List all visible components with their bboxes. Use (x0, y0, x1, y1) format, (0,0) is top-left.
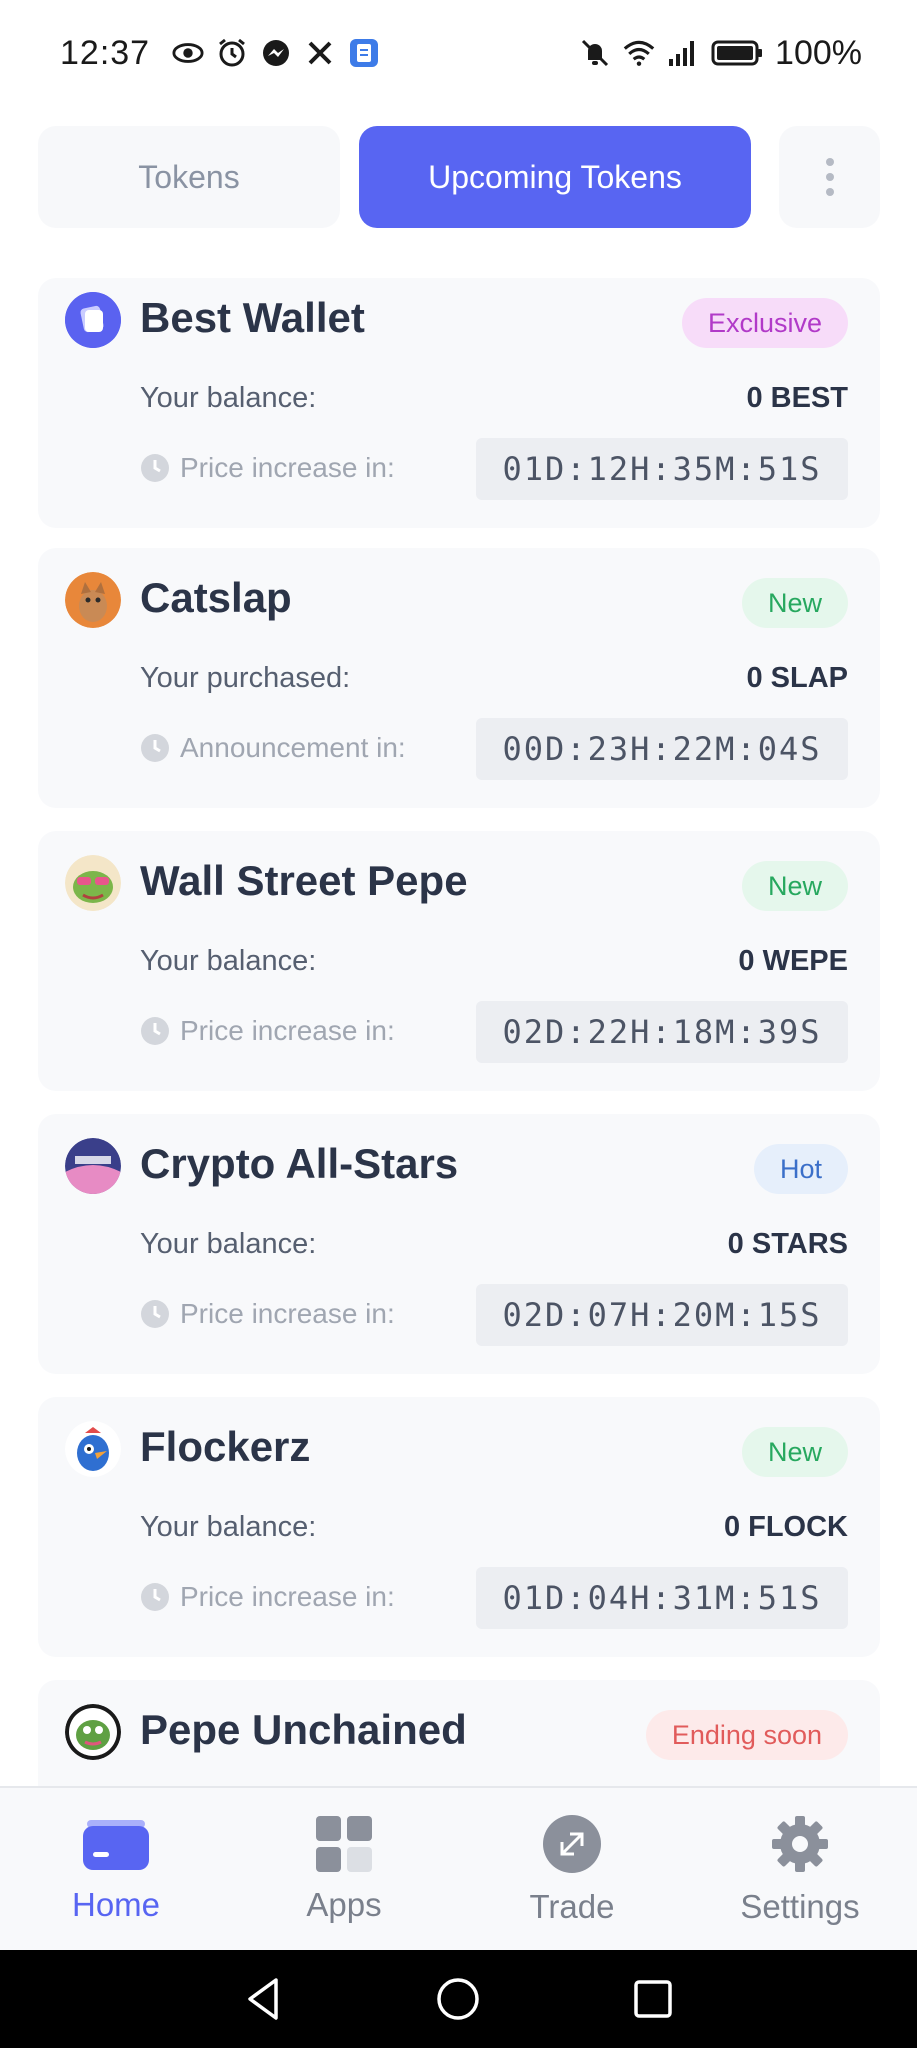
timer-label-text: Announcement in: (180, 732, 406, 763)
wallet-icon (83, 1820, 149, 1870)
signal-icon (667, 37, 699, 69)
token-card-best-wallet[interactable]: Best Wallet Exclusive Your balance: 0 BE… (38, 278, 880, 528)
trade-icon (543, 1815, 601, 1873)
clock-icon (141, 454, 169, 482)
gear-icon (772, 1816, 828, 1872)
row-label: Your balance: (140, 1228, 317, 1260)
token-name: Crypto All-Stars (140, 1140, 459, 1187)
row-label: Your balance: (140, 945, 317, 977)
countdown-timer: 02D:07H:20M:15S (476, 1284, 848, 1346)
timer-label: Price increase in: (140, 1581, 395, 1613)
crypto-all-stars-logo (65, 1138, 121, 1194)
nav-home-label: Home (71, 1886, 161, 1923)
nav-settings[interactable]: Settings (700, 1788, 900, 1952)
best-wallet-logo (65, 292, 121, 348)
row-value: 0 FLOCK (723, 1511, 848, 1543)
timer-label-text: Price increase in: (180, 1581, 395, 1612)
timer-label-text: Price increase in: (180, 1015, 395, 1046)
system-navigation-bar (0, 1950, 917, 2048)
timer-label-text: Price increase in: (180, 452, 395, 483)
status-badge: Ending soon (645, 1710, 848, 1760)
tab-upcoming-tokens[interactable]: Upcoming Tokens (359, 126, 751, 228)
nav-home[interactable]: Home (16, 1788, 216, 1952)
nav-settings-label: Settings (740, 1888, 860, 1925)
row-label: Your balance: (140, 1511, 317, 1543)
vertical-dots-icon (825, 158, 834, 196)
status-time: 12:37 (60, 33, 151, 72)
back-icon[interactable] (238, 1974, 288, 2024)
status-badge: Hot (753, 1144, 848, 1194)
bottom-nav: Home Apps Trade Settings (0, 1786, 917, 1950)
token-tabs: Tokens Upcoming Tokens (38, 126, 880, 228)
countdown-timer: 00D:23H:22M:04S (476, 718, 848, 780)
home-circle-icon[interactable] (433, 1974, 483, 2024)
token-name: Pepe Unchained (140, 1706, 467, 1753)
timer-label: Price increase in: (140, 452, 395, 484)
token-card-wall-street-pepe[interactable]: Wall Street Pepe New Your balance: 0 WEP… (38, 831, 880, 1091)
token-name: Wall Street Pepe (140, 857, 468, 904)
row-value: 0 SLAP (746, 662, 848, 694)
battery-icon (711, 37, 763, 69)
messenger-icon (260, 37, 292, 69)
token-name: Flockerz (140, 1423, 311, 1470)
alarm-icon (216, 37, 248, 69)
nav-trade-label: Trade (529, 1888, 615, 1925)
bell-off-icon (579, 37, 611, 69)
tab-tokens[interactable]: Tokens (38, 126, 340, 228)
pepe-unchained-logo (65, 1704, 121, 1760)
token-name: Catslap (140, 574, 292, 621)
status-badge: New (741, 861, 848, 911)
row-label: Your purchased: (140, 662, 351, 694)
nav-trade[interactable]: Trade (472, 1788, 672, 1952)
row-value: 0 BEST (746, 382, 848, 414)
battery-percent: 100% (775, 33, 862, 72)
clock-icon (141, 1017, 169, 1045)
recents-icon[interactable] (628, 1974, 678, 2024)
countdown-timer: 02D:22H:18M:39S (476, 1001, 848, 1063)
token-card-flockerz[interactable]: Flockerz New Your balance: 0 FLOCK Price… (38, 1397, 880, 1657)
status-badge: New (741, 578, 848, 628)
token-name: Best Wallet (140, 294, 365, 341)
timer-label-text: Price increase in: (180, 1298, 395, 1329)
nav-apps[interactable]: Apps (244, 1788, 444, 1952)
x-icon (304, 37, 336, 69)
timer-label: Announcement in: (140, 732, 406, 764)
status-badge: New (741, 1427, 848, 1477)
row-value: 0 STARS (727, 1228, 848, 1260)
clock-icon (141, 734, 169, 762)
status-bar: 12:37 100% (0, 0, 917, 106)
countdown-timer: 01D:12H:35M:51S (476, 438, 848, 500)
status-badge: Exclusive (681, 298, 848, 348)
wall-street-pepe-logo (65, 855, 121, 911)
countdown-timer: 01D:04H:31M:51S (476, 1567, 848, 1629)
token-card-crypto-all-stars[interactable]: Crypto All-Stars Hot Your balance: 0 STA… (38, 1114, 880, 1374)
row-label: Your balance: (140, 382, 317, 414)
nav-apps-label: Apps (306, 1886, 382, 1923)
notes-app-icon (348, 37, 380, 69)
timer-label: Price increase in: (140, 1298, 395, 1330)
row-value: 0 WEPE (738, 945, 848, 977)
wifi-icon (623, 37, 655, 69)
clock-icon (141, 1300, 169, 1328)
more-options-button[interactable] (779, 126, 880, 228)
eye-icon (172, 37, 204, 69)
apps-grid-icon (316, 1816, 372, 1872)
catslap-logo (65, 572, 121, 628)
token-card-catslap[interactable]: Catslap New Your purchased: 0 SLAP Annou… (38, 548, 880, 808)
clock-icon (141, 1583, 169, 1611)
flockerz-logo (65, 1421, 121, 1477)
timer-label: Price increase in: (140, 1015, 395, 1047)
